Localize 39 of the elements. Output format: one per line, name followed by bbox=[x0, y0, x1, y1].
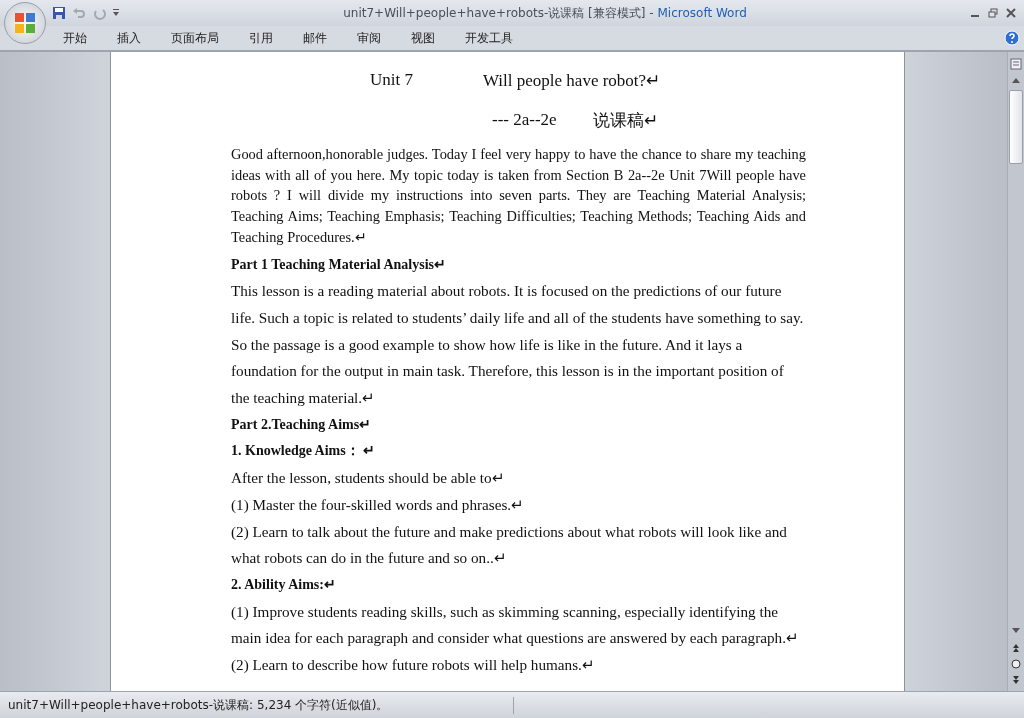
restore-icon[interactable] bbox=[988, 8, 998, 18]
office-logo-icon bbox=[13, 11, 37, 35]
browse-object-icon[interactable] bbox=[1011, 659, 1021, 669]
ruler-toggle-icon[interactable] bbox=[1010, 58, 1022, 70]
status-text: unit7+Will+people+have+robots-说课稿: 5,234 个字符(近似值)。 bbox=[0, 696, 514, 714]
ribbon-tab[interactable]: 视图 bbox=[396, 29, 450, 47]
section-heading: Part 1 Teaching Material Analysis↵ bbox=[231, 255, 447, 274]
title-text: 说课稿↵ bbox=[592, 109, 658, 132]
paragraph: (1) Improve students reading skills, such as skimming scanning, especially identifying the main idea for each paragraph and consider what questions are answered by each paragraph.↵ bbox=[231, 601, 800, 649]
paragraph: (1) Master the four-skilled words and phrases.↵ bbox=[231, 494, 526, 515]
ribbon-tab[interactable]: 页面布局 bbox=[156, 29, 234, 47]
section-heading: 2. Ability Aims:↵ bbox=[231, 575, 337, 594]
next-page-icon[interactable] bbox=[1012, 675, 1020, 685]
section-heading: 1. Knowledge Aims： ↵ bbox=[231, 442, 377, 461]
scroll-thumb[interactable] bbox=[1009, 90, 1023, 164]
customize-icon[interactable] bbox=[112, 8, 120, 18]
ribbon-tab[interactable]: 开始 bbox=[48, 29, 102, 47]
ribbon-tab[interactable]: 邮件 bbox=[288, 29, 342, 47]
section-heading: Part 2.Teaching Aims↵ bbox=[231, 415, 373, 434]
ribbon-tab[interactable]: 插入 bbox=[102, 29, 156, 47]
title-text: Will people have robot?↵ bbox=[483, 69, 661, 91]
paragraph: After the lesson, students should be able to↵ bbox=[231, 468, 506, 489]
paragraph: Good afternoon,honorable judges. Today I feel very happy to have the chance to share my teaching ideas with all of you here. My topic today is taken from Section B 2a--2e Unit 7Will people have robots ? I will divide my instructions into seven parts. They are Teaching Material Analysis; Teaching Aims; Teaching Emphasis; Teaching Difficulties; Teaching Methods; Teaching Aids and Teaching Procedures.↵ bbox=[231, 145, 806, 247]
scroll-up-icon[interactable] bbox=[1011, 76, 1021, 84]
close-icon[interactable] bbox=[1006, 8, 1016, 18]
scroll-down-icon[interactable] bbox=[1011, 627, 1021, 635]
title-text: Unit 7 bbox=[370, 70, 413, 90]
title-text: --- 2a--2e bbox=[492, 110, 557, 130]
ribbon-tab[interactable]: 审阅 bbox=[342, 29, 396, 47]
ribbon-tab[interactable]: 开发工具 bbox=[450, 29, 528, 47]
ribbon-tab[interactable]: 引用 bbox=[234, 29, 288, 47]
paragraph: (2) Learn to talk about the future and make predictions about what robots will look like and what robots can do in the future and so on..↵ bbox=[231, 521, 788, 569]
previous-page-icon[interactable] bbox=[1012, 643, 1020, 653]
paragraph: (2) Learn to describe how future robots will help humans.↵ bbox=[231, 655, 596, 676]
window-title: unit7+Will+people+have+robots-说课稿 [兼容模式] - Microsoft Word bbox=[342, 4, 748, 22]
help-icon[interactable] bbox=[1004, 30, 1020, 46]
office-button[interactable] bbox=[4, 2, 46, 44]
paragraph: This lesson is a reading material about robots. It is focused on the predictions of our future life. Such a topic is related to students’ daily life and all of the students have something to say. So the passage is a good example to show how life is like in the future. And it lays a foundation for the output in main task. Therefore, this lesson is in the important position of the teaching material.↵ bbox=[231, 281, 805, 409]
save-icon[interactable] bbox=[52, 6, 66, 20]
